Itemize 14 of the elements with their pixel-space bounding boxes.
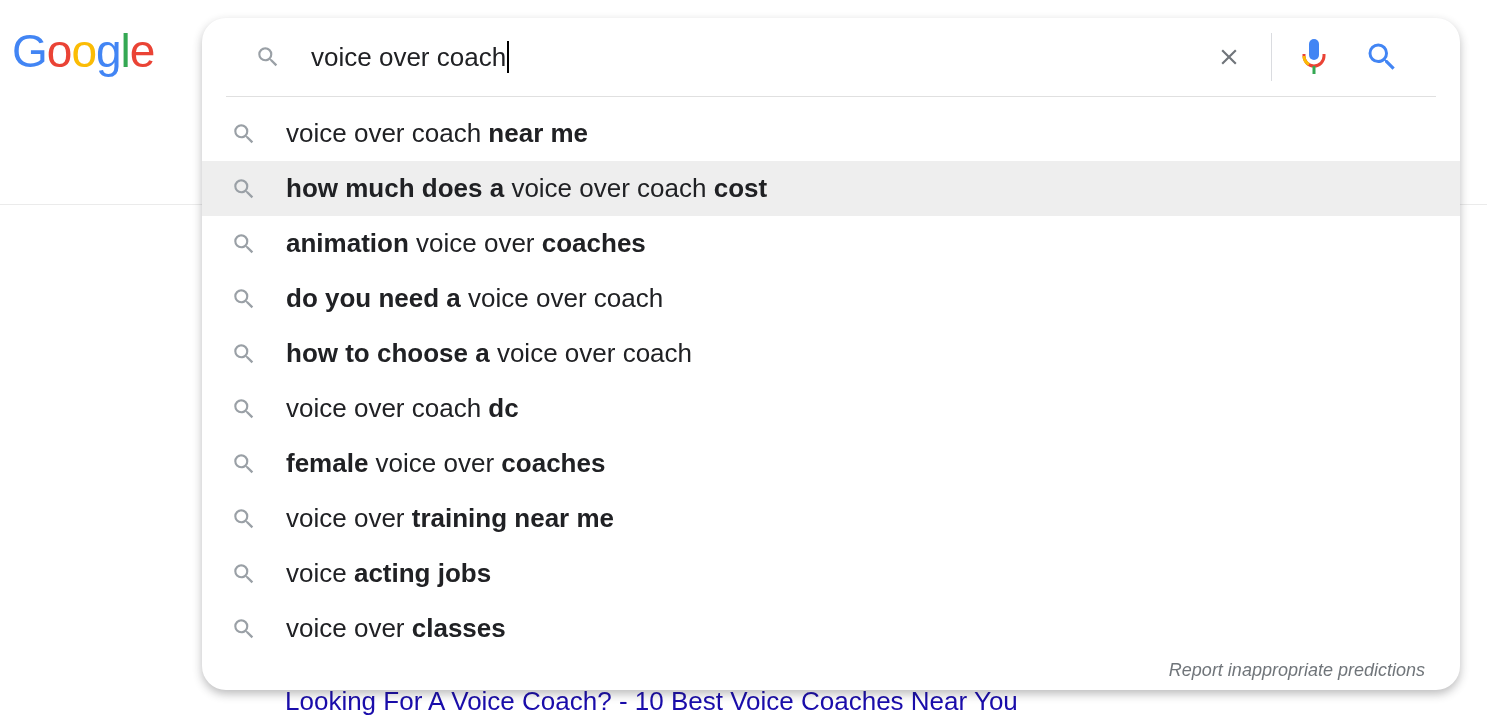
result-link[interactable]: Looking For A Voice Coach? - 10 Best Voice Coaches Near You xyxy=(285,689,1018,714)
report-link[interactable]: Report inappropriate predictions xyxy=(1168,657,1425,684)
suggestion-item[interactable]: voice over coach dc xyxy=(202,381,1460,436)
suggestion-item[interactable]: animation voice over coaches xyxy=(202,216,1460,271)
microphone-icon xyxy=(1301,38,1327,76)
suggestion-item[interactable]: voice over coach near me xyxy=(202,106,1460,161)
suggestion-item[interactable]: how to choose a voice over coach xyxy=(202,326,1460,381)
suggestion-item[interactable]: voice over training near me xyxy=(202,491,1460,546)
suggestion-item[interactable]: voice over classes xyxy=(202,601,1460,656)
search-field[interactable]: voice over coach xyxy=(311,37,1209,77)
suggestion-item[interactable]: do you need a voice over coach xyxy=(202,271,1460,326)
suggestion-item[interactable]: how much does a voice over coach cost xyxy=(202,161,1460,216)
suggestion-item[interactable]: voice acting jobs xyxy=(202,546,1460,601)
suggestion-item[interactable]: female voice over coaches xyxy=(202,436,1460,491)
